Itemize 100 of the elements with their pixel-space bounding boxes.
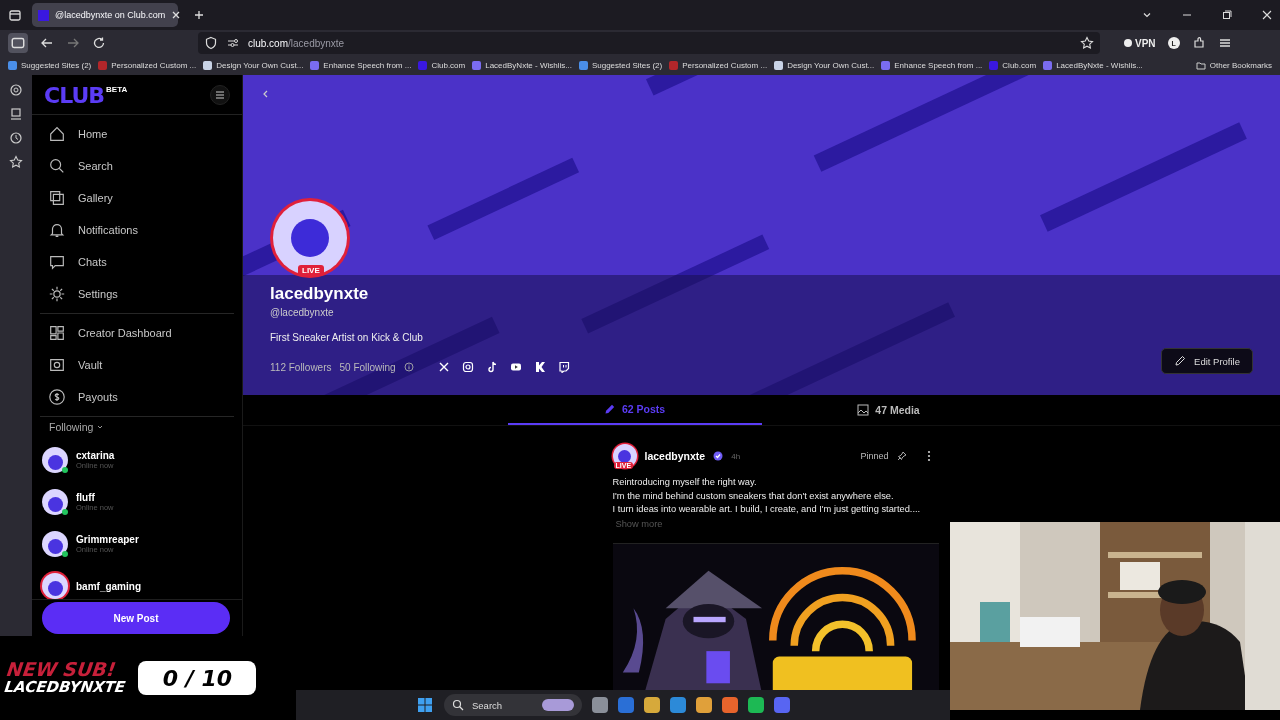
dollar-icon [48, 388, 66, 406]
menu-icon[interactable] [1217, 36, 1232, 50]
vpn-button[interactable]: VPN [1124, 37, 1156, 49]
pinned-label: Pinned [860, 451, 889, 461]
bookmark-link[interactable]: Club.com [418, 61, 466, 70]
taskbar-app-icon[interactable] [592, 697, 608, 713]
nav-item[interactable]: Home [40, 118, 234, 150]
forward-icon[interactable] [66, 36, 80, 50]
home-icon [48, 125, 66, 143]
safe-icon [48, 356, 66, 374]
bookmark-link[interactable]: Design Your Own Cust... [774, 61, 875, 70]
bookmark-link[interactable]: Enhance Speech from ... [310, 61, 412, 70]
followers-count[interactable]: 112 Followers [270, 361, 332, 373]
site-icon [578, 61, 588, 70]
history-icon[interactable] [9, 131, 23, 145]
site-icon [310, 61, 320, 70]
star-icon[interactable] [9, 155, 23, 169]
site-icon [98, 61, 108, 70]
site-icon [881, 61, 891, 70]
author-name[interactable]: lacedbynxte [644, 450, 706, 462]
nav-item[interactable]: Payouts [40, 381, 234, 413]
music-note-icon[interactable] [485, 361, 498, 373]
chat-bubble-icon[interactable] [557, 361, 570, 373]
shield-icon [204, 36, 218, 50]
info-icon[interactable] [403, 362, 414, 372]
post-text: Reintroducing myself the right way. I'm the mind behind custom sneakers that don't exist anywhere else. I turn ideas into wearable art. I build, I create, and I'm just getting started.... [612, 476, 922, 516]
profile-handle: @lacedbynxte [270, 307, 334, 318]
pencil-icon [1174, 355, 1187, 367]
live-badge: LIVE [298, 265, 324, 276]
bookmark-link[interactable]: Personalized Custom ... [669, 61, 768, 70]
profile-bio: First Sneaker Artist on Kick & Club [270, 332, 423, 343]
reload-icon[interactable] [92, 36, 106, 50]
pin-icon [896, 451, 907, 461]
bookmark-link[interactable]: Club.com [989, 61, 1037, 70]
search-icon [452, 699, 464, 711]
site-icon [418, 61, 428, 70]
post-time: 4h [731, 451, 741, 461]
nav-item[interactable]: Chats [40, 246, 234, 278]
following-item[interactable]: bamf_gaming [42, 565, 242, 599]
nav-item[interactable]: Creator Dashboard [40, 317, 234, 349]
new-tab-icon[interactable] [194, 10, 204, 20]
nav-item[interactable]: Search [40, 150, 234, 182]
following-toggle[interactable]: Following [49, 421, 242, 433]
site-icon [472, 61, 482, 70]
site-icon [203, 61, 213, 70]
star-icon[interactable] [1080, 36, 1094, 50]
bookmark-link[interactable]: Suggested Sites (2) [578, 61, 663, 70]
nav-item[interactable]: Gallery [40, 182, 234, 214]
menu-button[interactable] [210, 85, 230, 105]
grid-icon [48, 324, 66, 342]
author-avatar[interactable] [612, 444, 637, 468]
taskbar-app-icon[interactable] [618, 697, 634, 713]
synced-tabs-icon[interactable] [9, 107, 23, 121]
pencil-icon [603, 403, 616, 415]
ai-chat-icon[interactable] [9, 83, 23, 97]
bookmark-link[interactable]: LacedByNxte - Wishlis... [472, 61, 572, 70]
tab-list-icon[interactable] [8, 8, 22, 22]
permissions-icon [226, 36, 240, 50]
image-icon [857, 404, 870, 416]
browser-tab[interactable]: @lacedbynxte on Club.com [32, 3, 178, 27]
bookmark-link[interactable]: Design Your Own Cust... [203, 61, 304, 70]
taskbar-app-icon[interactable] [670, 697, 686, 713]
k-icon[interactable] [533, 361, 546, 373]
taskbar-app-icon[interactable] [644, 697, 660, 713]
edit-profile-button[interactable]: Edit Profile [1161, 348, 1253, 374]
bookmark-link[interactable]: Suggested Sites (2) [8, 61, 92, 70]
profile-tab[interactable]: 47 Media [761, 395, 1016, 425]
taskbar-search-field[interactable]: Search [444, 694, 582, 716]
extensions-icon[interactable] [1191, 36, 1206, 50]
windows-start-icon[interactable] [416, 696, 434, 714]
bookmark-link[interactable]: LacedByNxte - Wishlis... [1043, 61, 1143, 70]
bookmark-link[interactable]: Personalized Custom ... [98, 61, 197, 70]
address-bar[interactable]: club.com/lacedbynxte [198, 32, 1100, 54]
site-icon [38, 9, 49, 21]
close-icon[interactable] [1262, 10, 1272, 20]
subscriber-name: LACEDBYNXTE [3, 678, 127, 696]
nav-item[interactable]: Vault [40, 349, 234, 381]
x-icon[interactable] [437, 361, 450, 373]
play-icon[interactable] [509, 361, 522, 373]
bookmark-link[interactable]: Enhance Speech from ... [881, 61, 983, 70]
chevron-down-icon[interactable] [1142, 10, 1152, 20]
site-icon [989, 61, 999, 70]
close-icon[interactable] [171, 10, 182, 20]
taskbar-app-icon[interactable] [748, 697, 764, 713]
new-post-button[interactable]: New Post [42, 602, 230, 634]
new-sub-text: NEW SUB! [6, 660, 119, 678]
taskbar-app-icon[interactable] [722, 697, 738, 713]
instagram-icon[interactable] [461, 361, 474, 373]
restore-icon[interactable] [1222, 10, 1232, 20]
site-icon [8, 61, 17, 70]
back-icon[interactable] [40, 36, 54, 50]
sidebar-toggle-icon[interactable] [8, 33, 28, 53]
following-count[interactable]: 50 Following [339, 361, 396, 373]
taskbar-app-icon[interactable] [774, 697, 790, 713]
menu-icon [213, 88, 227, 102]
nav-item[interactable]: Notifications [40, 214, 234, 246]
taskbar-app-icon[interactable] [696, 697, 712, 713]
nav-item[interactable]: Settings [40, 278, 234, 310]
other-bookmarks-link[interactable]: Other Bookmarks [1195, 60, 1272, 71]
profile-name: lacedbynxte [270, 284, 369, 304]
